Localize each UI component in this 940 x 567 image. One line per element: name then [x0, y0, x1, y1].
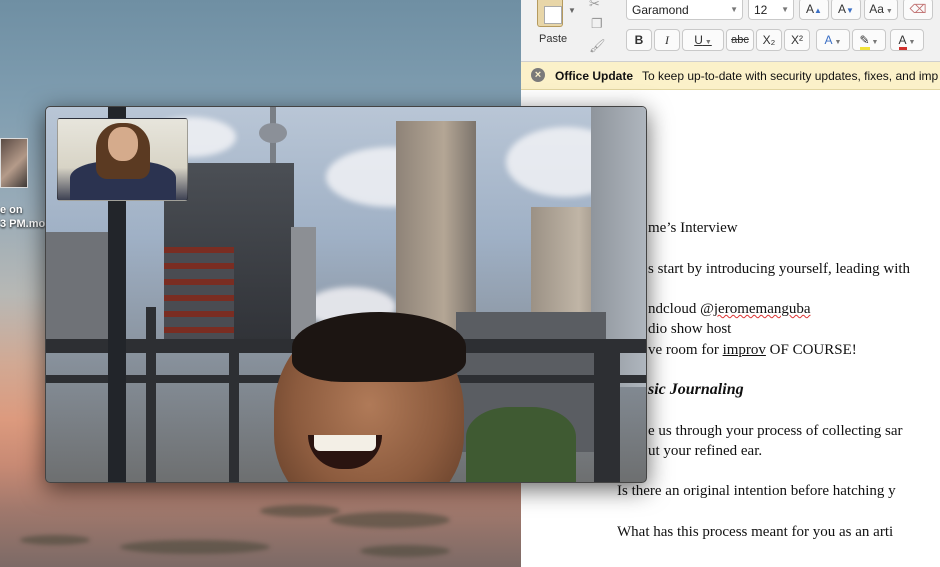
superscript-button[interactable]: X² [784, 29, 810, 51]
italic-icon: I [665, 33, 669, 47]
building-red-balconies [164, 247, 234, 347]
doc-intro-prompt: s start by introducing yourself, leading… [648, 261, 911, 277]
doc-improv-line: ve room for improv OF COURSE! [648, 342, 857, 359]
soundcloud-prefix: ndcloud @ [648, 301, 714, 317]
wallpaper-cloud [260, 505, 340, 517]
office-update-bar: × Office Update To keep up-to-date with … [521, 62, 940, 90]
chevron-down-icon: ▼ [781, 5, 789, 14]
wallpaper-cloud [360, 545, 450, 557]
wallpaper-cloud [20, 535, 90, 545]
doc-section-heading: sic Journaling [648, 381, 744, 398]
font-size-select[interactable]: 12 ▼ [748, 0, 794, 20]
strikethrough-icon: abc [731, 34, 749, 46]
change-case-icon: Aa [869, 2, 884, 16]
bold-button[interactable]: B [626, 29, 652, 51]
font-color-button[interactable]: A ▼ [890, 29, 924, 51]
subscript-button[interactable]: X₂ [756, 29, 782, 51]
subscript-icon: X₂ [762, 33, 776, 47]
paste-label: Paste [539, 33, 568, 45]
grow-font-icon: A [806, 2, 815, 16]
balcony-post [594, 347, 620, 482]
doc-role-line: dio show host [648, 321, 732, 337]
video-call-window[interactable] [45, 106, 647, 483]
clipboard-icon [537, 0, 563, 27]
clear-formatting-button[interactable]: ⌫ [903, 0, 933, 20]
highlight-button[interactable]: ✎ ▼ [852, 29, 886, 51]
font-size-value: 12 [754, 3, 768, 17]
doc-heading: me’s Interview [648, 220, 738, 236]
doc-question-3: What has this process meant for you as a… [617, 524, 894, 540]
superscript-icon: X² [791, 33, 803, 47]
font-color-icon: A [898, 33, 907, 50]
building-far-left [46, 232, 111, 352]
underline-icon: U [694, 33, 703, 47]
close-icon[interactable]: × [531, 68, 545, 82]
improv-prefix: ve room for [648, 342, 723, 358]
text-effects-icon: A [824, 33, 833, 47]
font-name-value: Garamond [632, 3, 689, 17]
doc-question-1b: ut your refined ear. [648, 443, 763, 459]
grow-font-button[interactable]: A▲ [799, 0, 829, 20]
trees [466, 407, 576, 482]
bold-icon: B [634, 33, 644, 47]
info-bar-title: Office Update [555, 69, 634, 83]
eraser-icon: ⌫ [909, 2, 927, 16]
paste-dropdown-icon[interactable]: ▼ [568, 6, 576, 15]
strikethrough-button[interactable]: abc [726, 29, 754, 51]
remote-caller-hair [292, 312, 466, 382]
font-name-select[interactable]: Garamond ▼ [626, 0, 743, 20]
format-painter-icon[interactable]: 🖌 [589, 38, 606, 54]
shrink-font-icon: A [838, 2, 847, 16]
balcony-post [146, 307, 156, 482]
cn-tower-pod [259, 123, 287, 143]
underline-button[interactable]: U ▼ [682, 29, 724, 51]
change-case-button[interactable]: Aa ▼ [864, 0, 898, 20]
improv-word: improv [722, 342, 766, 358]
chevron-down-icon: ▼ [730, 5, 738, 14]
wallpaper-cloud [120, 540, 270, 554]
highlighter-icon: ✎ [859, 33, 870, 50]
wallpaper-cloud [330, 512, 450, 528]
improv-suffix: OF COURSE! [765, 342, 857, 358]
desktop-file-icon[interactable] [0, 138, 30, 190]
self-view-face [108, 127, 138, 161]
shrink-font-button[interactable]: A▼ [831, 0, 861, 20]
ribbon-home: Paste ▼ ✂ ❐ 🖌 Garamond ▼ 12 ▼ A▲ A▼ Aa ▼… [521, 0, 940, 62]
text-effects-button[interactable]: A ▼ [816, 29, 850, 51]
balcony-post [229, 347, 239, 482]
self-view-thumbnail[interactable] [57, 118, 188, 201]
doc-soundcloud-line: ndcloud @jeromemanguba [648, 301, 811, 318]
italic-button[interactable]: I [654, 29, 680, 51]
soundcloud-handle: jeromemanguba [713, 301, 811, 317]
video-thumbnail [0, 138, 28, 188]
copy-icon[interactable]: ❐ [591, 16, 603, 32]
info-bar-message: To keep up-to-date with security updates… [642, 69, 939, 83]
cut-icon[interactable]: ✂ [589, 0, 600, 12]
doc-question-1a: e us through your process of collecting … [648, 423, 903, 439]
doc-question-2: Is there an original intention before ha… [617, 483, 896, 499]
